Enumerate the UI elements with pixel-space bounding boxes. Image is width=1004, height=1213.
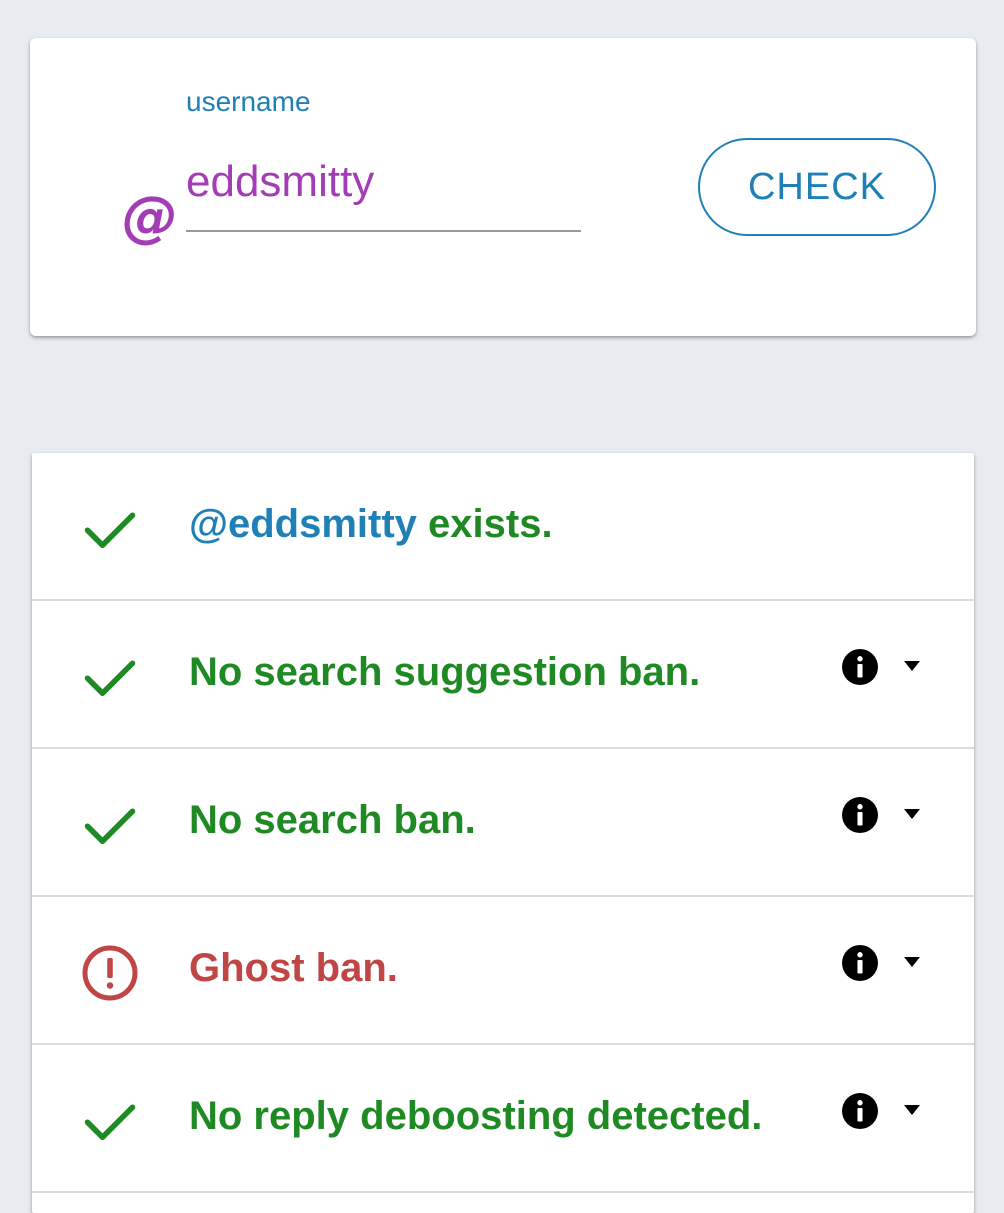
username-label: username [186, 86, 311, 117]
username-handle[interactable]: @eddsmitty [189, 502, 417, 546]
result-row-exists: @eddsmitty exists. [32, 453, 974, 601]
check-icon [84, 660, 136, 696]
username-input[interactable] [186, 148, 581, 232]
check-button[interactable]: CHECK [698, 138, 936, 236]
at-sign-icon: @ [122, 185, 178, 250]
info-icon[interactable] [842, 797, 878, 833]
result-message: No search suggestion ban. [189, 650, 701, 694]
check-icon [84, 1104, 136, 1140]
results-list: @eddsmitty exists. No search suggestion … [32, 453, 974, 1213]
check-icon [84, 512, 136, 548]
result-message: Ghost ban. [189, 946, 398, 990]
result-row-search-suggestion-ban: No search suggestion ban. [32, 601, 974, 749]
info-icon[interactable] [842, 945, 878, 981]
check-icon [84, 808, 136, 844]
result-text: @eddsmitty exists. [189, 499, 553, 549]
info-icon[interactable] [842, 649, 878, 685]
info-icon[interactable] [842, 1093, 878, 1129]
alert-circle-icon [82, 945, 138, 1001]
result-message: No reply deboosting detected. [189, 1094, 763, 1138]
result-message: No search ban. [189, 798, 476, 842]
result-message: exists. [416, 502, 553, 546]
caret-down-icon[interactable] [902, 955, 922, 969]
result-row-reply-deboosting: No reply deboosting detected. [32, 1045, 974, 1193]
caret-down-icon[interactable] [902, 659, 922, 673]
result-row-ghost-ban: Ghost ban. [32, 897, 974, 1045]
caret-down-icon[interactable] [902, 1103, 922, 1117]
result-row-search-ban: No search ban. [32, 749, 974, 897]
caret-down-icon[interactable] [902, 807, 922, 821]
username-search-card: @ username CHECK [30, 38, 976, 336]
